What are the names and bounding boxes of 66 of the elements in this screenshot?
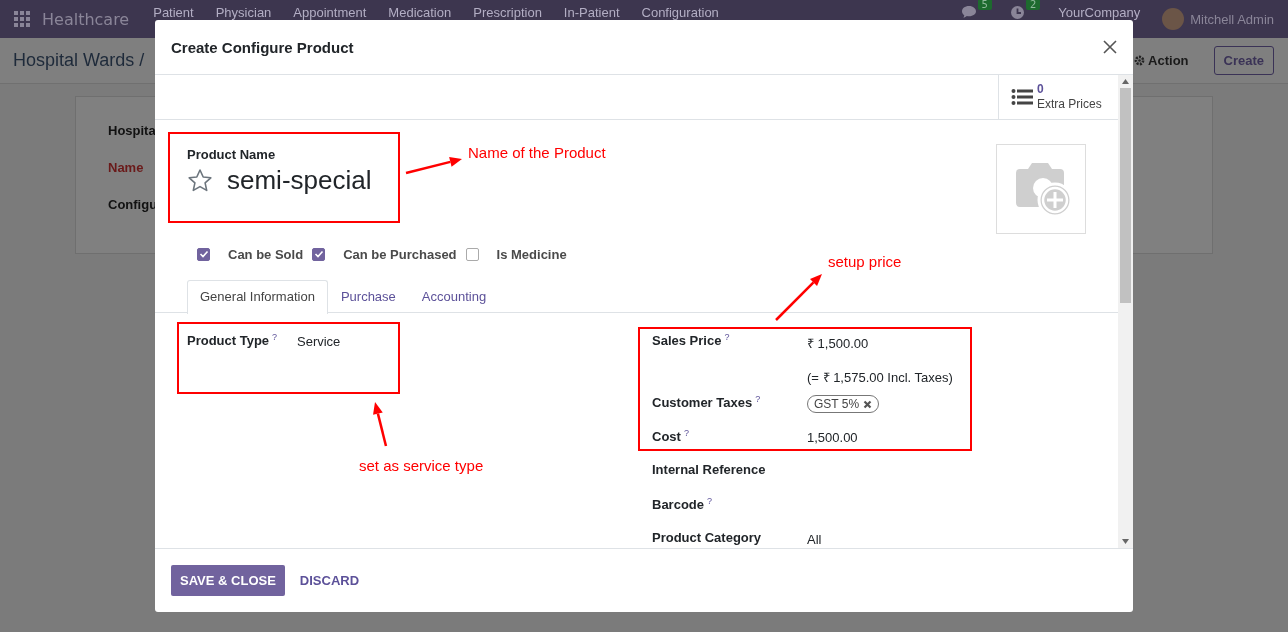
stat-count: 0 [1037, 82, 1045, 97]
checkbox-label: Is Medicine [496, 246, 567, 262]
checkbox[interactable] [465, 247, 479, 261]
save-button[interactable]: SAVE & CLOSE [171, 565, 285, 596]
scroll-up-icon [1122, 79, 1129, 84]
field-label: Product Category [652, 530, 762, 545]
menu-item[interactable]: In-Patient [563, 6, 620, 20]
star-icon[interactable] [187, 168, 213, 193]
tab[interactable]: Purchase [327, 280, 409, 313]
count-badge: 5 [977, 0, 992, 10]
help-mark[interactable]: ? [707, 496, 713, 506]
help-mark[interactable]: ? [272, 332, 278, 342]
gear-icon [1134, 55, 1146, 66]
field-label: Name [108, 160, 144, 177]
check-icon [313, 250, 324, 258]
check-icon [198, 250, 209, 258]
menu-item[interactable]: Patient [153, 6, 194, 20]
name-field[interactable]: semi-special [227, 165, 372, 196]
menu-item[interactable]: Physician [215, 6, 272, 20]
tab[interactable]: General Information [187, 280, 328, 314]
arrow [373, 402, 388, 447]
field-label: Configu [108, 197, 158, 214]
annotation-text: setup price [828, 253, 902, 270]
remove-icon [863, 399, 873, 409]
help-mark[interactable]: ? [755, 394, 761, 404]
tax-note: (= ₹ 1,575.00 Incl. Taxes) [807, 370, 953, 385]
checkbox-label: Can be Purchased [343, 246, 457, 262]
checkbox-label: Can be Sold [228, 246, 304, 262]
stat-label: Extra Prices [1037, 97, 1102, 112]
field-value[interactable]: 1,500.00 [807, 430, 858, 445]
dialog-title: Create Configure Product [171, 38, 354, 56]
field-value[interactable]: ₹ 1,500.00 [807, 334, 869, 352]
checkbox[interactable] [197, 247, 210, 261]
field-label: Hospita [108, 123, 156, 140]
scroll-down-icon [1122, 539, 1129, 544]
field-label: Product Name [187, 147, 277, 162]
breadcrumb[interactable]: Hospital Wards / [13, 50, 145, 71]
menu-item[interactable]: Configuration [641, 6, 719, 20]
field-label: Sales Price [652, 333, 722, 349]
field-label: Customer Taxes [652, 395, 753, 411]
help-mark[interactable]: ? [724, 332, 730, 342]
menu-item[interactable]: Medication [388, 6, 452, 20]
close-icon [1103, 40, 1117, 54]
apps-menu-icon [14, 11, 30, 27]
chat-icon [960, 5, 977, 19]
annotation-text: set as service type [359, 457, 484, 474]
clock-icon [1009, 4, 1025, 20]
field-label: Barcode [652, 497, 705, 513]
field-value[interactable]: All [807, 532, 822, 547]
menu-item[interactable]: Prescription [473, 6, 542, 20]
field-label: Product Type [187, 333, 270, 349]
field-value[interactable]: Service [297, 334, 341, 349]
help-mark[interactable]: ? [683, 428, 689, 438]
menu-item[interactable]: Appointment [293, 6, 367, 20]
scrollbar[interactable] [1118, 75, 1133, 548]
checkbox[interactable] [312, 247, 326, 261]
field-label: Cost [652, 429, 681, 445]
annotation-text: Name of the Product [468, 144, 606, 161]
arrow [405, 157, 462, 175]
tab[interactable]: Accounting [408, 280, 500, 313]
count-badge: 2 [1025, 0, 1041, 10]
list-icon [1011, 88, 1033, 106]
field-label: Internal Reference [652, 462, 766, 477]
action-button[interactable]: Action [1134, 53, 1189, 68]
company-switcher[interactable]: YourCompany [1058, 6, 1141, 20]
arrow [775, 274, 822, 321]
